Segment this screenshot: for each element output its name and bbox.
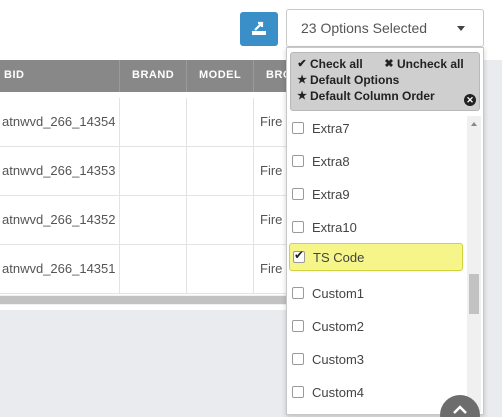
dropdown-actions-panel: ✔ Check all ✖ Uncheck all ★ Default Opti… [290,52,480,111]
list-item[interactable]: Custom3 [289,345,463,373]
horizontal-scrollbar[interactable] [0,295,290,305]
default-options-link[interactable]: ★ Default Options [296,72,399,88]
default-column-order-label: Default Column Order [310,89,435,103]
checkbox[interactable] [292,188,304,200]
list-item-label: Custom1 [312,285,365,301]
list-item[interactable]: Custom1 [289,279,463,307]
check-icon: ✔ [297,58,307,70]
column-options-dropdown: ✔ Check all ✖ Uncheck all ★ Default Opti… [286,47,484,415]
chevron-up-icon [453,405,467,414]
list-item-label: Extra8 [312,153,350,169]
list-item-label: Custom4 [312,384,365,400]
cell-brand [120,147,187,196]
list-item[interactable]: Extra7 [289,114,463,142]
cell-model [187,147,254,196]
checkbox[interactable] [292,122,304,134]
scroll-up-arrow-icon[interactable] [471,122,477,126]
list-item-label: Custom2 [312,318,365,334]
cell-browser: Fire [260,114,283,129]
cell-bid: atnwvd_266_14354 [0,98,120,147]
list-item-label: Extra7 [312,120,350,136]
list-item[interactable]: Custom4 [289,378,463,406]
list-item[interactable]: TS Code [289,243,463,271]
star-icon: ★ [297,90,307,102]
column-header-brand[interactable]: BRAND [120,60,187,92]
table-row[interactable]: atnwvd_266_14351 Fire [0,245,290,294]
horizontal-scrollbar-thumb[interactable] [0,296,290,304]
export-button[interactable] [240,12,278,46]
list-item[interactable]: Extra8 [289,147,463,175]
cell-browser: Fire [260,261,283,276]
table-row[interactable]: atnwvd_266_14352 Fire [0,196,290,245]
table-row[interactable]: atnwvd_266_14354 Fire [0,98,290,147]
list-item[interactable]: Custom2 [289,312,463,340]
cell-model [187,245,254,294]
list-item[interactable]: Extra9 [289,180,463,208]
cell-model [187,98,254,147]
cell-brand [120,245,187,294]
checkbox[interactable] [292,287,304,299]
options-list: Extra7 Extra8 Extra9 Extra10 TS Code Cus… [287,114,483,414]
list-item-label: Custom3 [312,351,365,367]
column-header-browser[interactable]: BRO [254,60,290,92]
list-item[interactable]: Extra10 [289,213,463,241]
checkbox[interactable] [292,353,304,365]
cell-brand [120,196,187,245]
star-icon: ★ [297,74,307,86]
check-all-label: Check all [310,57,363,71]
check-all-link[interactable]: ✔ Check all [296,56,363,72]
grid-header: BID BRAND MODEL BRO [0,60,290,92]
cell-browser: Fire [260,212,283,227]
cell-bid: atnwvd_266_14351 [0,245,120,294]
checkbox[interactable] [292,155,304,167]
uncheck-all-link[interactable]: ✖ Uncheck all [383,56,464,72]
close-icon[interactable]: ✕ [464,94,476,106]
default-column-order-link[interactable]: ★ Default Column Order [296,88,435,104]
export-arrow-icon [252,21,266,35]
vertical-scrollbar-thumb[interactable] [469,274,479,314]
cell-bid: atnwvd_266_14352 [0,196,120,245]
checkbox[interactable] [293,248,305,263]
list-item-label: Extra9 [312,186,350,202]
cell-browser: Fire [260,163,283,178]
cell-brand [120,98,187,147]
default-options-label: Default Options [310,73,400,87]
column-options-select[interactable]: 23 Options Selected [286,9,484,47]
data-grid: BID BRAND MODEL BRO atnwvd_266_14354 Fir… [0,60,290,310]
options-select-label: 23 Options Selected [301,20,428,36]
checkbox[interactable] [292,320,304,332]
table-row[interactable]: atnwvd_266_14353 Fire [0,147,290,196]
checkbox[interactable] [292,221,304,233]
list-item-label: Extra10 [312,219,357,235]
column-header-bid[interactable]: BID [0,60,120,92]
cell-bid: atnwvd_266_14353 [0,147,120,196]
uncheck-all-label: Uncheck all [397,57,464,71]
chevron-down-icon [457,26,465,31]
checkbox[interactable] [292,386,304,398]
cell-model [187,196,254,245]
vertical-scrollbar[interactable] [467,116,481,412]
column-header-model[interactable]: MODEL [187,60,254,92]
x-icon: ✖ [384,58,394,70]
list-item-label: TS Code [313,249,365,265]
